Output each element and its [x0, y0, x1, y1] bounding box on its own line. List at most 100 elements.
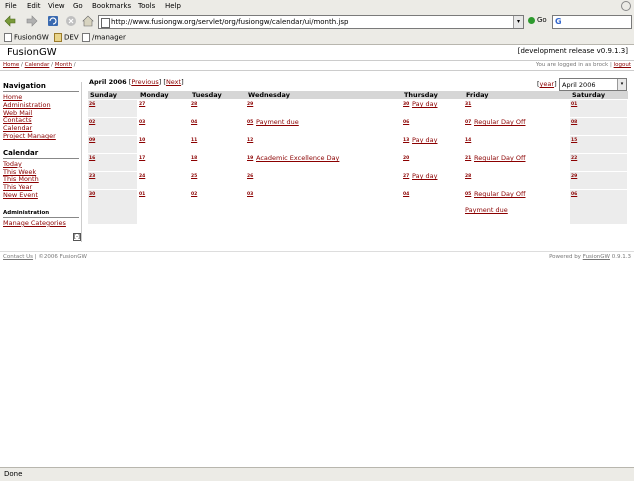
day-number-link[interactable]: 02	[191, 192, 197, 197]
calendar-day-cell[interactable]: 30 Pay day	[402, 100, 463, 117]
calendar-day-cell[interactable]: 26	[246, 172, 401, 189]
event-link[interactable]: Academic Excellence Day	[256, 154, 339, 162]
calendar-day-cell[interactable]: 21 Regular Day Off	[464, 154, 569, 171]
day-number-link[interactable]: 22	[571, 156, 577, 161]
day-number-link[interactable]: 29	[571, 174, 577, 179]
contact-link[interactable]: Contact Us	[3, 254, 33, 260]
breadcrumb-calendar[interactable]: Calendar	[25, 62, 50, 68]
calendar-day-cell[interactable]: 13 Pay day	[402, 136, 463, 153]
day-number-link[interactable]: 26	[89, 102, 95, 107]
calendar-day-cell[interactable]: 02	[88, 118, 137, 135]
calendar-day-cell[interactable]: 04	[402, 190, 463, 224]
calendar-day-cell[interactable]: 29	[570, 172, 627, 189]
calendar-day-cell[interactable]: 12	[246, 136, 401, 153]
day-number-link[interactable]: 30	[403, 102, 409, 107]
day-number-link[interactable]: 04	[403, 192, 409, 197]
day-number-link[interactable]: 08	[571, 120, 577, 125]
event-link[interactable]: Payment due	[465, 206, 508, 214]
calendar-day-cell[interactable]: 20	[402, 154, 463, 171]
event-link[interactable]: Regular Day Off	[474, 190, 526, 198]
calendar-day-cell[interactable]: 19 Academic Excellence Day	[246, 154, 401, 171]
event-link[interactable]: Pay day	[412, 172, 437, 180]
calendar-day-cell[interactable]: 16	[88, 154, 137, 171]
calendar-day-cell[interactable]: 29	[246, 100, 401, 117]
day-number-link[interactable]: 12	[247, 138, 253, 143]
calendar-day-cell[interactable]: 26	[88, 100, 137, 117]
menu-help[interactable]: Help	[165, 2, 181, 10]
sidebar-item-this-month[interactable]: This Month	[3, 175, 39, 183]
event-link[interactable]: Payment due	[256, 118, 299, 126]
day-number-link[interactable]: 26	[247, 174, 253, 179]
menu-edit[interactable]: Edit	[27, 2, 41, 10]
calendar-day-cell[interactable]: 31	[464, 100, 569, 117]
day-number-link[interactable]: 19	[247, 156, 253, 161]
day-number-link[interactable]: 02	[89, 120, 95, 125]
calendar-day-cell[interactable]: 06	[570, 190, 627, 224]
breadcrumb-home[interactable]: Home	[3, 62, 19, 68]
event-link[interactable]: Pay day	[412, 100, 437, 108]
sidebar-item-this-week[interactable]: This Week	[3, 168, 36, 176]
collapse-button[interactable]: [-]	[73, 233, 81, 241]
calendar-day-cell[interactable]: 15	[570, 136, 627, 153]
go-button[interactable]: Go	[528, 16, 547, 24]
menu-go[interactable]: Go	[73, 2, 83, 10]
powered-link[interactable]: FusionGW	[583, 254, 610, 260]
calendar-day-cell[interactable]: 24	[138, 172, 189, 189]
sidebar-item-calendar[interactable]: Calendar	[3, 124, 32, 132]
calendar-day-cell[interactable]: 08	[570, 118, 627, 135]
menu-file[interactable]: File	[5, 2, 17, 10]
calendar-day-cell[interactable]: 10	[138, 136, 189, 153]
day-number-link[interactable]: 24	[139, 174, 145, 179]
day-number-link[interactable]: 25	[191, 174, 197, 179]
breadcrumb-month[interactable]: Month	[55, 62, 72, 68]
day-number-link[interactable]: 03	[139, 120, 145, 125]
reload-icon[interactable]	[47, 15, 59, 27]
day-number-link[interactable]: 09	[89, 138, 95, 143]
next-link[interactable]: Next	[166, 78, 181, 86]
day-number-link[interactable]: 28	[465, 174, 471, 179]
sidebar-item-webmail[interactable]: Web Mail	[3, 109, 32, 117]
forward-arrow-icon[interactable]	[26, 15, 38, 27]
day-number-link[interactable]: 01	[139, 192, 145, 197]
calendar-day-cell[interactable]: 23	[88, 172, 137, 189]
day-number-link[interactable]: 11	[191, 138, 197, 143]
sidebar-item-contacts[interactable]: Contacts	[3, 116, 32, 124]
year-link[interactable]: year	[540, 80, 555, 88]
calendar-day-cell[interactable]: 03	[138, 118, 189, 135]
sidebar-item-this-year[interactable]: This Year	[3, 183, 32, 191]
search-box[interactable]: G	[552, 15, 632, 29]
back-arrow-icon[interactable]	[4, 15, 16, 27]
calendar-day-cell[interactable]: 03	[246, 190, 401, 224]
event-link[interactable]: Regular Day Off	[474, 118, 526, 126]
calendar-day-cell[interactable]: 30	[88, 190, 137, 224]
url-dropdown-icon[interactable]: ▾	[513, 16, 523, 28]
event-link[interactable]: Regular Day Off	[474, 154, 526, 162]
calendar-day-cell[interactable]: 27 Pay day	[402, 172, 463, 189]
day-number-link[interactable]: 23	[89, 174, 95, 179]
day-number-link[interactable]: 06	[571, 192, 577, 197]
sidebar-item-manage-categories[interactable]: Manage Categories	[3, 219, 66, 227]
calendar-day-cell[interactable]: 17	[138, 154, 189, 171]
calendar-day-cell[interactable]: 28	[190, 100, 245, 117]
day-number-link[interactable]: 14	[465, 138, 471, 143]
calendar-day-cell[interactable]: 01	[138, 190, 189, 224]
sidebar-item-home[interactable]: Home	[3, 93, 22, 101]
day-number-link[interactable]: 15	[571, 138, 577, 143]
sidebar-item-project-manager[interactable]: Project Manager	[3, 132, 56, 140]
day-number-link[interactable]: 18	[191, 156, 197, 161]
previous-link[interactable]: Previous	[131, 78, 158, 86]
sidebar-item-administration[interactable]: Administration	[3, 101, 51, 109]
day-number-link[interactable]: 04	[191, 120, 197, 125]
bookmark-dev[interactable]: DEV	[54, 33, 79, 42]
calendar-day-cell[interactable]: 05 Regular Day Off Payment due	[464, 190, 569, 224]
day-number-link[interactable]: 29	[247, 102, 253, 107]
menu-tools[interactable]: Tools	[138, 2, 155, 10]
sidebar-item-new-event[interactable]: New Event	[3, 191, 38, 199]
day-number-link[interactable]: 06	[403, 120, 409, 125]
day-number-link[interactable]: 21	[465, 156, 471, 161]
sidebar-item-today[interactable]: Today	[3, 160, 22, 168]
calendar-day-cell[interactable]: 04	[190, 118, 245, 135]
day-number-link[interactable]: 30	[89, 192, 95, 197]
menu-bookmarks[interactable]: Bookmarks	[92, 2, 131, 10]
logout-link[interactable]: logout	[614, 62, 631, 68]
